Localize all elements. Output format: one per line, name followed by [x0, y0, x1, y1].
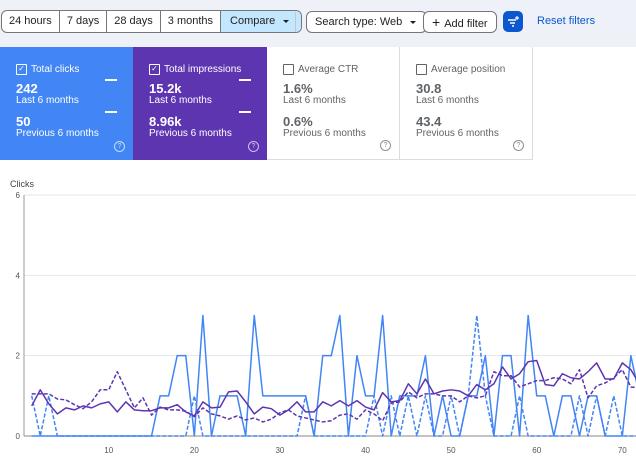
x-tick-label: 70 [618, 446, 627, 455]
metric-card-total-impressions[interactable]: ✓ Total impressions 15.2k Last 6 months 8… [133, 47, 267, 160]
x-tick-label: 30 [275, 446, 284, 455]
card-prev-period: Previous 6 months [149, 128, 232, 139]
divider [295, 12, 296, 32]
range-3-months-button[interactable]: 3 months [161, 11, 222, 32]
y-tick-label: 0 [16, 432, 21, 441]
help-icon[interactable]: ? [248, 141, 259, 152]
solid-line-legend-icon [239, 79, 251, 81]
performance-chart: Clicks 0 2 4 6 10 20 30 40 50 60 70 [10, 179, 636, 455]
card-prev-value: 0.6% [283, 114, 313, 129]
card-label: Total impressions [164, 63, 242, 75]
caret-down-icon [283, 19, 290, 23]
x-tick-label: 40 [361, 446, 370, 455]
add-filter-label: Add filter [444, 18, 488, 30]
caret-down-icon [410, 20, 417, 24]
metric-card-total-clicks[interactable]: ✓ Total clicks 242 Last 6 months 50 Previ… [0, 47, 133, 160]
search-type-dropdown[interactable]: Search type: Web [306, 11, 428, 33]
y-tick-label: 2 [16, 352, 21, 361]
filter-settings-button[interactable] [503, 11, 523, 32]
card-value: 1.6% [283, 81, 313, 96]
series-line-clicks-previous [30, 314, 636, 437]
checkbox-unchecked-icon[interactable] [416, 63, 427, 75]
card-prev-value: 50 [16, 114, 31, 129]
y-tick-label: 6 [16, 191, 21, 200]
y-tick-label: 4 [16, 271, 21, 280]
checkbox-checked-icon[interactable]: ✓ [16, 63, 27, 75]
card-value: 30.8 [416, 81, 442, 96]
range-28-days-button[interactable]: 28 days [107, 11, 161, 32]
series-line-clicks-current [31, 314, 636, 437]
metric-card-average-ctr[interactable]: Average CTR 1.6% Last 6 months 0.6% Prev… [267, 47, 400, 160]
card-value: 242 [16, 81, 38, 96]
filter-icon [508, 15, 519, 27]
plus-icon: + [432, 14, 441, 30]
checkbox-checked-icon[interactable]: ✓ [149, 63, 160, 75]
search-type-label: Search type: Web [315, 16, 403, 28]
x-tick-label: 50 [447, 446, 456, 455]
card-value: 15.2k [149, 81, 182, 96]
solid-line-legend-icon [105, 79, 117, 81]
card-label: Average position [431, 63, 506, 75]
dashed-line-legend-icon [105, 111, 117, 113]
help-icon[interactable]: ? [513, 140, 524, 151]
x-tick-label: 60 [532, 446, 541, 455]
add-filter-button[interactable]: + Add filter [423, 11, 497, 33]
card-period: Last 6 months [283, 95, 346, 106]
date-range-selector: 24 hours 7 days 28 days 3 months Compare [1, 10, 303, 33]
toolbar: 24 hours 7 days 28 days 3 months Compare… [0, 0, 636, 47]
range-7-days-button[interactable]: 7 days [60, 11, 108, 32]
y-axis-title: Clicks [10, 179, 34, 189]
card-period: Last 6 months [149, 95, 212, 106]
card-prev-period: Previous 6 months [16, 128, 99, 139]
reset-filters-link[interactable]: Reset filters [537, 15, 595, 27]
series-line-impressions-current [31, 359, 636, 417]
x-tick-label: 20 [190, 446, 199, 455]
help-icon[interactable]: ? [380, 140, 391, 151]
checkbox-unchecked-icon[interactable] [283, 63, 294, 75]
range-24-hours-button[interactable]: 24 hours [2, 11, 60, 32]
card-label: Average CTR [298, 63, 359, 75]
card-prev-period: Previous 6 months [283, 128, 366, 139]
card-prev-value: 43.4 [416, 114, 442, 129]
card-prev-period: Previous 6 months [416, 128, 499, 139]
card-prev-value: 8.96k [149, 114, 182, 129]
metric-card-average-position[interactable]: Average position 30.8 Last 6 months 43.4… [400, 47, 533, 160]
card-period: Last 6 months [16, 95, 79, 106]
compare-dropdown[interactable]: Compare [221, 11, 302, 32]
dashed-line-legend-icon [239, 111, 251, 113]
compare-label: Compare [230, 15, 276, 27]
card-label: Total clicks [31, 63, 80, 75]
help-icon[interactable]: ? [114, 141, 125, 152]
card-period: Last 6 months [416, 95, 479, 106]
x-tick-label: 10 [104, 446, 113, 455]
